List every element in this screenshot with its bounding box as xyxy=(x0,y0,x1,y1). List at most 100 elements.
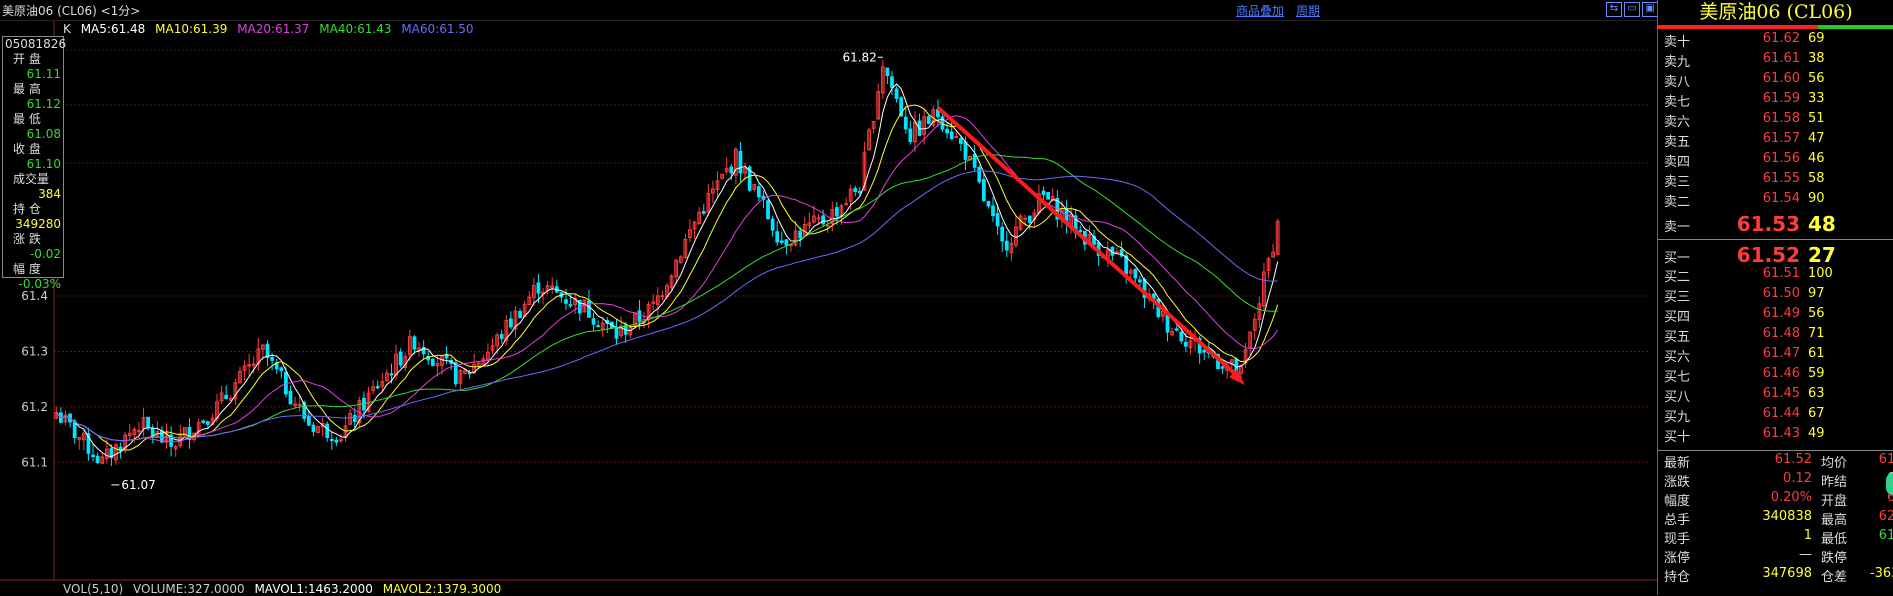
candle-body xyxy=(853,188,858,192)
bid-label: 买三 xyxy=(1664,290,1691,305)
candle-body xyxy=(325,423,330,438)
bid-price: 61.50 xyxy=(1762,286,1800,301)
ask-label: 卖四 xyxy=(1664,155,1691,170)
bid-price: 61.44 xyxy=(1762,406,1800,421)
candle-body xyxy=(614,327,619,339)
ma5-value: MA5:61.48 xyxy=(80,22,146,36)
volume-value: VOLUME:327.0000 xyxy=(133,582,245,596)
bid-price: 61.49 xyxy=(1762,306,1800,321)
candle-body xyxy=(146,416,151,428)
stats-row: 最新 61.52 均价 61.54 xyxy=(1658,452,1893,471)
candle-body xyxy=(389,373,394,376)
stat-label: 总手 xyxy=(1664,513,1691,528)
info-time: 05081826 xyxy=(5,37,67,51)
ask-label: 卖七 xyxy=(1664,95,1691,110)
close-icon[interactable]: ▣ xyxy=(1642,2,1658,17)
candle-body xyxy=(908,128,913,143)
candle-body xyxy=(738,150,743,174)
ask-price: 61.60 xyxy=(1762,71,1800,86)
stat-value: 61.07 xyxy=(1878,528,1893,543)
minimize-icon[interactable]: ▭ xyxy=(1624,2,1640,17)
info-value-volume: 384 xyxy=(38,187,61,201)
stat-label: 涨停 xyxy=(1664,551,1691,566)
vol-label: VOL(5,10) xyxy=(63,582,124,596)
stat-label: 最新 xyxy=(1664,456,1691,471)
candle-body xyxy=(288,390,293,405)
candle-body xyxy=(205,421,210,425)
bid-row: 买六 61.47 61 xyxy=(1658,346,1893,366)
stat-label: 幅度 xyxy=(1664,494,1691,509)
candle-body xyxy=(637,310,642,322)
ma-legend: K MA5:61.48 MA10:61.39 MA20:61.37 MA40:6… xyxy=(63,22,480,36)
candle-body xyxy=(201,420,206,423)
bid-label: 买七 xyxy=(1664,370,1691,385)
ask-volume: 47 xyxy=(1808,131,1825,146)
ask-volume: 90 xyxy=(1808,191,1825,206)
stat-label: 仓差 xyxy=(1821,570,1848,585)
bid-row: 买九 61.44 67 xyxy=(1658,406,1893,426)
ask-volume: 33 xyxy=(1808,91,1825,106)
ask-volume: 69 xyxy=(1808,31,1825,46)
stat-value: 61.54 xyxy=(1878,452,1893,467)
candle-body xyxy=(270,357,274,361)
candle-body xyxy=(1046,192,1050,200)
bid-volume: 49 xyxy=(1808,426,1825,441)
ma10-line xyxy=(55,104,1279,451)
overlay-menu-link[interactable]: 商品叠加 xyxy=(1236,2,1284,19)
bid-row: 买七 61.46 59 xyxy=(1658,366,1893,386)
ask-row: 卖五 61.57 47 xyxy=(1658,131,1893,151)
stat-label: 现手 xyxy=(1664,532,1691,547)
candle-body xyxy=(587,300,591,318)
book-divider xyxy=(1658,239,1893,240)
stats-row: 涨跌0.12昨结61.4 xyxy=(1658,471,1893,490)
info-value-close: 61.10 xyxy=(26,157,61,171)
ask-label: 卖二 xyxy=(1664,195,1691,210)
candle-body xyxy=(701,211,706,214)
ask-price: 61.59 xyxy=(1762,91,1800,106)
ask-row: 卖六 61.58 51 xyxy=(1658,111,1893,131)
ask-row: 卖一 61.53 48 xyxy=(1658,212,1893,236)
bid-row: 买十 61.43 49 xyxy=(1658,426,1893,446)
y-tick-label: 61.2 xyxy=(21,400,48,414)
info-value-change: -0.02 xyxy=(29,247,61,261)
restore-icon[interactable]: ⇆ xyxy=(1606,2,1622,17)
candle-body xyxy=(306,415,311,426)
low-label: 61.07 xyxy=(121,478,155,492)
candle-body xyxy=(766,200,770,220)
candle-body xyxy=(775,231,780,243)
ask-volume: 38 xyxy=(1808,51,1825,66)
candle-body xyxy=(1004,240,1009,251)
ask-label: 卖八 xyxy=(1664,75,1691,90)
stat-value: 1 xyxy=(1803,528,1812,543)
candle-body xyxy=(329,439,334,442)
candle-body xyxy=(756,186,761,198)
stats-row: 涨停 — 跌停 — xyxy=(1658,547,1893,566)
candle-body xyxy=(816,217,821,220)
stat-value: — xyxy=(1799,547,1812,562)
candle-body xyxy=(958,138,963,144)
stat-value: — xyxy=(1856,547,1893,562)
bid-row: 买三 61.50 97 xyxy=(1658,286,1893,306)
bid-volume: 71 xyxy=(1808,326,1825,341)
info-value-openinterest: 349280 xyxy=(15,217,61,231)
candle-body xyxy=(568,304,573,307)
bid-price: 61.52 xyxy=(1736,243,1800,267)
candle-body xyxy=(926,116,931,124)
stat-value: -36351 xyxy=(1869,566,1893,581)
price-chart[interactable]: 61.461.361.261.161.8261.07 xyxy=(0,0,1657,595)
bid-price: 61.43 xyxy=(1762,426,1800,441)
candle-body xyxy=(890,76,894,88)
stats-row: 持仓 347698 仓差 -36351 xyxy=(1658,566,1893,585)
period-menu-link[interactable]: 周期 xyxy=(1296,2,1320,19)
ask-volume: 51 xyxy=(1808,111,1825,126)
candle-body xyxy=(91,454,95,458)
ask-label: 卖六 xyxy=(1664,115,1691,130)
k-label: K xyxy=(63,22,71,36)
ask-row: 卖八 61.60 56 xyxy=(1658,71,1893,91)
candle-body xyxy=(518,311,522,319)
stat-label: 跌停 xyxy=(1821,551,1848,566)
float-tool-icon[interactable] xyxy=(1886,473,1893,495)
candle-body xyxy=(1027,215,1032,223)
stat-label: 最高 xyxy=(1821,513,1848,528)
ma60-line xyxy=(55,170,1278,442)
